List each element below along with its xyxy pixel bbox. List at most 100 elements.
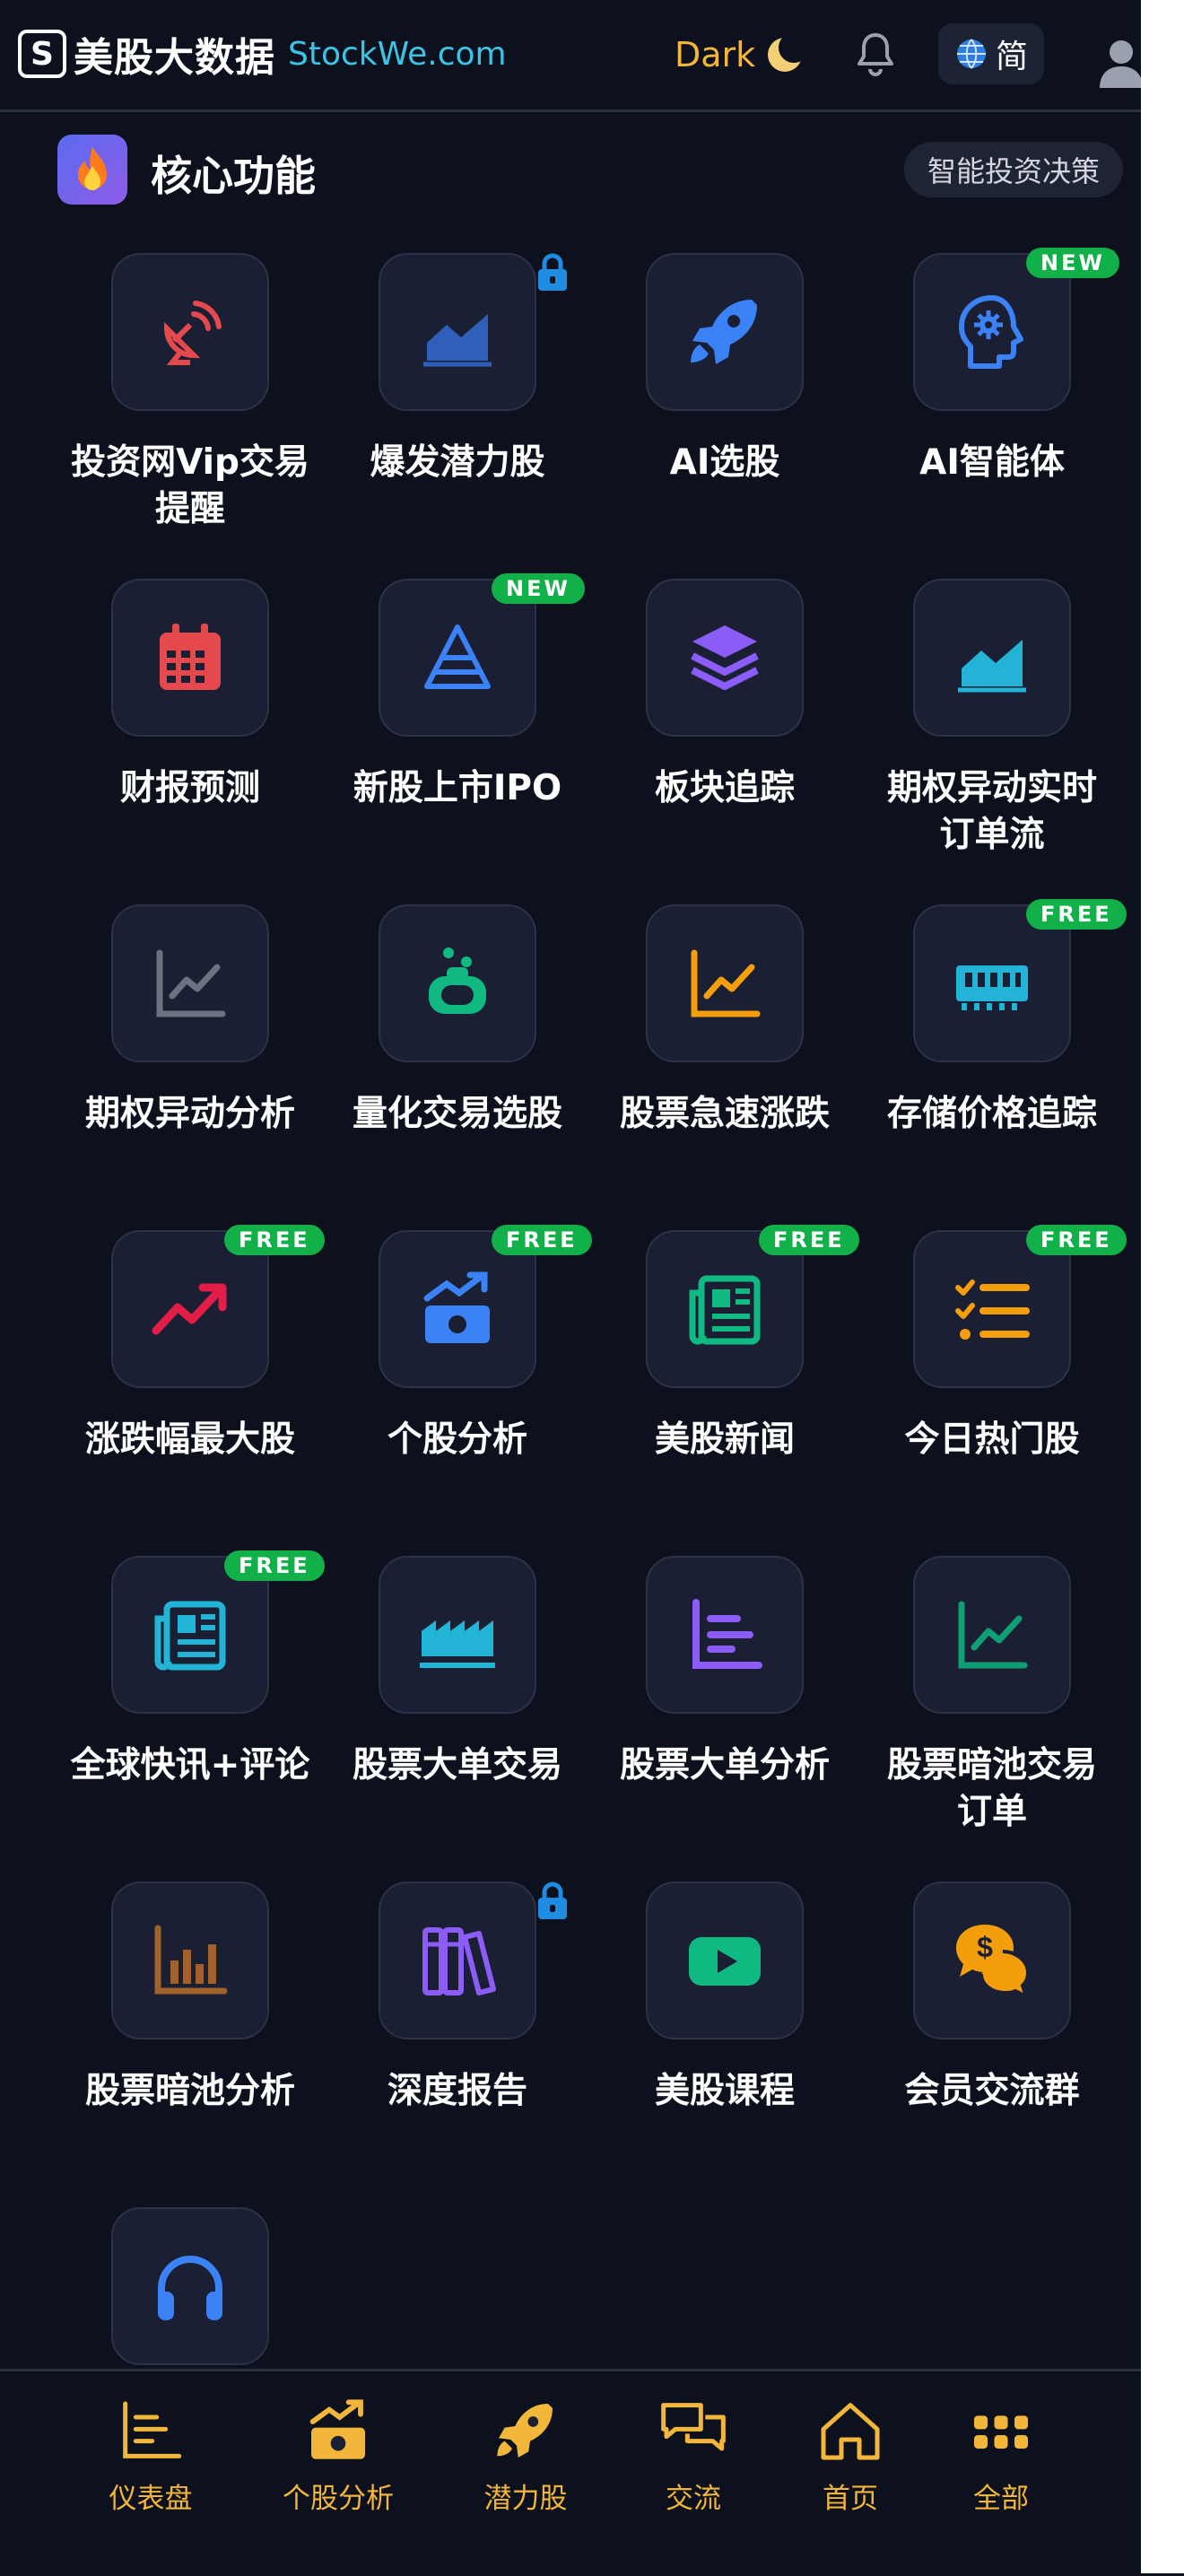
feature-tile [111, 904, 269, 1062]
feature-tile [379, 1882, 536, 2039]
feature-label: 全球快讯+评论 [70, 1745, 310, 1786]
youtube-icon [689, 1937, 761, 1986]
feature-badge: FREE [1026, 1225, 1127, 1255]
nav-label: 个股分析 [283, 2483, 394, 2515]
feature-label: 涨跌幅最大股 [84, 1419, 295, 1460]
language-label: 简 [995, 39, 1028, 75]
area-chart-icon [423, 314, 492, 367]
feature-tile [913, 579, 1071, 737]
pyramid-icon [424, 624, 491, 689]
nav-item-chat[interactable]: 交流 [622, 2398, 765, 2516]
logo-title: 美股大数据 [74, 35, 275, 81]
grid-icon [965, 2398, 1037, 2463]
nav-label: 交流 [666, 2483, 721, 2515]
feature-tile [111, 253, 269, 411]
feature-label: 股票暗池分析 [84, 2071, 295, 2111]
feature-badge: NEW [492, 573, 585, 604]
calendar-icon [160, 624, 221, 690]
line-chart-icon [691, 949, 761, 1017]
feature-label: 财报预测 [119, 768, 260, 808]
feature-label: 期权异动分析 [84, 1094, 295, 1134]
chat-icon [657, 2398, 729, 2463]
feature-tile [646, 1556, 804, 1714]
nav-label: 潜力股 [483, 2483, 568, 2515]
robot-icon [429, 947, 486, 1014]
books-icon [422, 1927, 496, 1995]
logo[interactable]: 美股大数据 StockWe.com [18, 25, 507, 83]
feature-tile [379, 1556, 536, 1714]
bar-list-icon [692, 1599, 762, 1669]
feature-label: 深度报告 [387, 2071, 527, 2111]
nav-item-home[interactable]: 首页 [779, 2398, 922, 2516]
feature-label: 量化交易选股 [352, 1094, 562, 1134]
rocket-icon [490, 2398, 562, 2463]
feature-label: 存储价格追踪 [886, 1094, 1097, 1134]
feature-label: 期权异动实时 订单流 [886, 768, 1097, 855]
feature-tile [111, 1882, 269, 2039]
feature-label: AI智能体 [919, 442, 1065, 483]
feature-label: 会员交流群 [904, 2071, 1080, 2111]
memory-icon [956, 965, 1028, 1010]
section-tag: 智能投资决策 [904, 142, 1123, 197]
globe-icon [956, 39, 986, 69]
feature-badge: FREE [224, 1225, 325, 1255]
feature-label: 股票急速涨跌 [619, 1094, 830, 1134]
feature-badge: FREE [1026, 899, 1127, 930]
feature-tile [379, 253, 536, 411]
newspaper-icon [154, 1601, 226, 1671]
feature-label: 美股新闻 [654, 1419, 795, 1460]
line-chart-icon [156, 949, 226, 1017]
feature-tile [646, 1882, 804, 2039]
user-avatar-icon[interactable] [1096, 34, 1141, 88]
feature-tile: $ [913, 1882, 1071, 2039]
nav-label: 全部 [973, 2483, 1029, 2515]
feature-label: 股票暗池交易 订单 [886, 1745, 1097, 1832]
nav-item-grid[interactable]: 全部 [929, 2398, 1073, 2516]
feature-badge: NEW [1026, 248, 1119, 278]
layers-icon [691, 625, 759, 690]
money-trend-icon [302, 2398, 374, 2463]
nav-label: 首页 [823, 2483, 878, 2515]
feature-label: 股票大单交易 [352, 1745, 562, 1786]
feature-label: 爆发潜力股 [370, 442, 545, 483]
money-trend-icon [423, 1271, 490, 1343]
nav-item-money-trend[interactable]: 个股分析 [266, 2398, 410, 2516]
feature-tile [646, 904, 804, 1062]
feature-tile [646, 579, 804, 737]
theme-toggle[interactable]: Dark [675, 31, 811, 79]
top-header: 美股大数据 StockWe.com Dark 简 [0, 0, 1141, 112]
trend-up-icon [152, 1283, 227, 1335]
headphones-icon [158, 2256, 222, 2320]
newspaper-icon [689, 1275, 761, 1345]
bar-chart-icon [154, 1925, 228, 1995]
theme-label: Dark [675, 35, 756, 74]
area-chart-icon [958, 640, 1026, 693]
feature-label: 投资网Vip交易 提醒 [71, 442, 309, 529]
svg-text:$: $ [977, 1931, 993, 1963]
feature-tile [913, 1556, 1071, 1714]
feature-badge: FREE [492, 1225, 592, 1255]
nav-item-rocket[interactable]: 潜力股 [454, 2398, 597, 2516]
right-edge-strip [1141, 0, 1184, 2573]
satellite-dish-icon [163, 301, 222, 365]
home-icon [814, 2398, 886, 2463]
dashboard-icon [115, 2398, 187, 2463]
rocket-icon [691, 300, 757, 364]
lock-icon [535, 1882, 570, 1921]
feature-tile [646, 253, 804, 411]
bottom-navigation: 仪表盘 个股分析 潜力股 交流 首页 全部 [0, 2369, 1141, 2576]
feature-label: 个股分析 [387, 1419, 527, 1460]
logo-domain: StockWe.com [288, 35, 507, 73]
chat-dollar-icon: $ [956, 1925, 1031, 2000]
section-title: 核心功能 [151, 152, 316, 200]
feature-label: 今日热门股 [904, 1419, 1080, 1460]
lock-icon [535, 253, 570, 293]
feature-badge: FREE [224, 1550, 325, 1581]
notification-bell-icon[interactable] [852, 29, 899, 79]
fire-icon [57, 135, 127, 205]
nav-item-dashboard[interactable]: 仪表盘 [79, 2398, 222, 2516]
feature-label: 美股课程 [654, 2071, 795, 2111]
list-check-icon [955, 1279, 1030, 1340]
language-switch-button[interactable]: 简 [938, 23, 1044, 84]
feature-label: 股票大单分析 [619, 1745, 830, 1786]
